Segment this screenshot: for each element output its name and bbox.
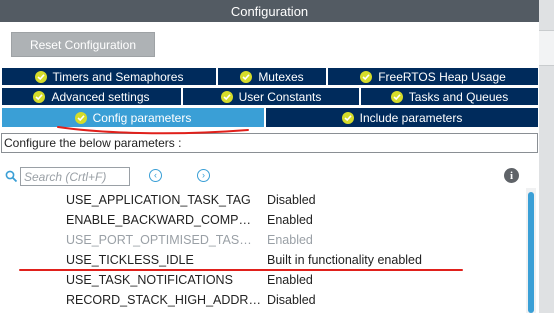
param-row[interactable]: USE_TASK_NOTIFICATIONS Enabled [0,270,520,290]
search-input[interactable]: Search (Crtl+F) [20,167,130,186]
param-value: Built in functionality enabled [267,253,422,267]
tab-user-constants[interactable]: User Constants [182,87,360,106]
tab-tasks-and-queues[interactable]: Tasks and Queues [360,87,539,106]
tab-label: Include parameters [359,110,463,125]
param-row[interactable]: USE_TICKLESS_IDLE Built in functionality… [0,250,520,270]
param-row[interactable]: ENABLE_BACKWARD_COMP… Enabled [0,210,520,230]
param-value: Enabled [267,233,313,247]
param-name: USE_TASK_NOTIFICATIONS [66,273,233,287]
tab-label: Config parameters [92,110,192,125]
check-icon [341,111,354,124]
tab-label: FreeRTOS Heap Usage [378,69,506,84]
description-box: Configure the below parameters : [1,133,538,153]
check-icon [390,90,403,103]
param-name: ENABLE_BACKWARD_COMP… [66,213,251,227]
search-placeholder: Search (Crtl+F) [24,169,107,184]
window-title: Configuration [230,3,309,19]
info-icon[interactable]: i [504,168,519,183]
param-row[interactable]: USE_APPLICATION_TASK_TAG Disabled [0,190,520,210]
tab-label: Timers and Semaphores [52,69,184,84]
tab-label: Tasks and Queues [408,89,509,104]
window-title-bar: Configuration [0,0,539,22]
previous-match-icon[interactable]: ‹ [149,169,162,182]
check-icon [240,70,253,83]
tab-advanced-settings[interactable]: Advanced settings [1,87,182,106]
param-name: USE_APPLICATION_TASK_TAG [66,193,251,207]
check-icon [360,70,373,83]
param-row[interactable]: RECORD_STACK_HIGH_ADDR… Disabled [0,290,520,310]
tab-include-parameters[interactable]: Include parameters [265,107,539,128]
param-value: Enabled [267,273,313,287]
scrollbar-thumb[interactable] [528,192,534,313]
check-icon [74,111,87,124]
search-icon [5,170,18,188]
reset-configuration-button[interactable]: Reset Configuration [11,32,155,57]
param-value: Disabled [267,293,316,307]
tab-label: Mutexes [258,69,304,84]
param-row: USE_PORT_OPTIMISED_TAS… Enabled [0,230,520,250]
check-icon [33,90,46,103]
tab-label: User Constants [238,89,322,104]
param-name: USE_TICKLESS_IDLE [66,253,194,267]
param-value: Disabled [267,193,316,207]
tab-timers-and-semaphores[interactable]: Timers and Semaphores [1,67,217,86]
next-match-icon[interactable]: › [197,169,210,182]
tab-label: Advanced settings [51,89,150,104]
param-name: RECORD_STACK_HIGH_ADDR… [66,293,261,307]
check-icon [220,90,233,103]
description-text: Configure the below parameters : [4,136,182,150]
tab-mutexes[interactable]: Mutexes [217,67,327,86]
tab-config-parameters[interactable]: Config parameters [1,107,265,128]
param-value: Enabled [267,213,313,227]
check-icon [34,70,47,83]
side-panel-edge [539,0,554,313]
tab-freertos-heap-usage[interactable]: FreeRTOS Heap Usage [327,67,539,86]
param-name: USE_PORT_OPTIMISED_TAS… [66,233,252,247]
